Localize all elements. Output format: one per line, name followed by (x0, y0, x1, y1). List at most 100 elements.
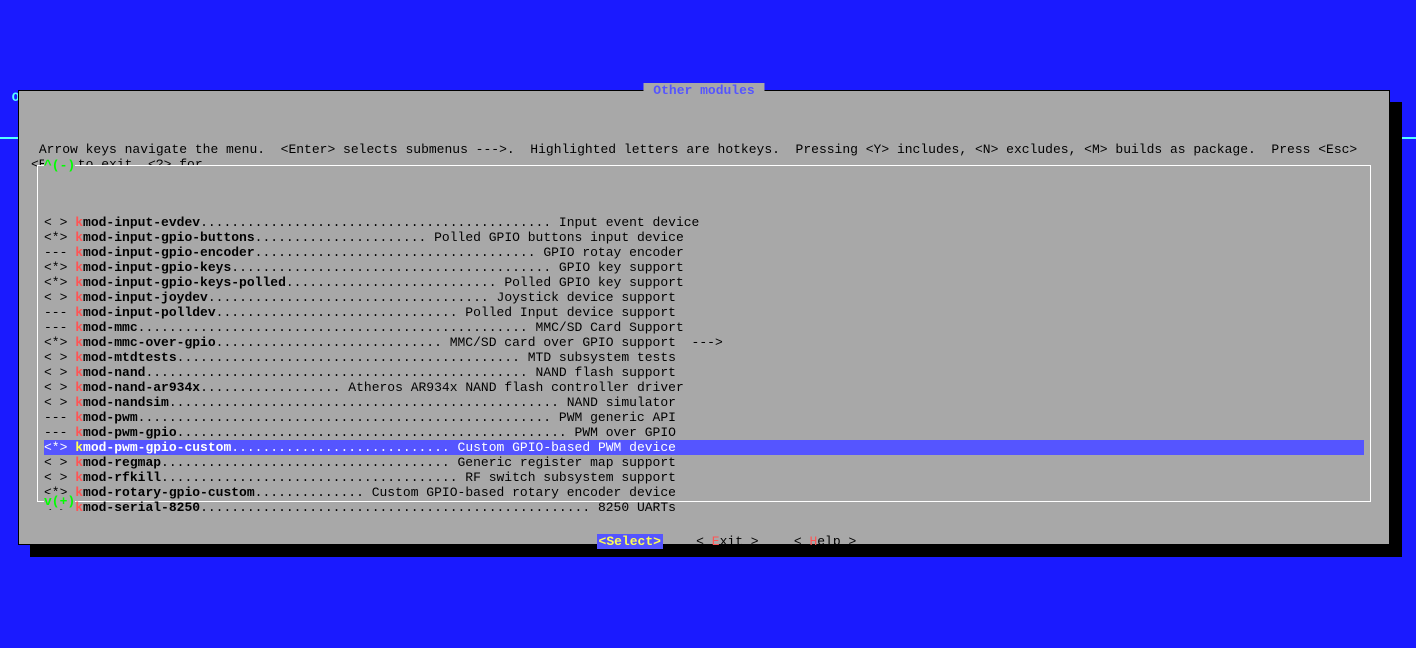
item-dots: ........................................… (145, 365, 535, 380)
item-state: --- (44, 305, 75, 320)
item-desc: Polled Input device support (465, 305, 676, 320)
item-name: mod-input-gpio-encoder (83, 245, 255, 260)
item-state: <*> (44, 230, 75, 245)
item-state: < > (44, 350, 75, 365)
submenu-title: Other modules (643, 83, 764, 98)
item-hotkey: k (75, 470, 83, 485)
item-name: mod-nandsim (83, 395, 169, 410)
menu-item[interactable]: --- kmod-mmc............................… (44, 320, 1364, 335)
item-dots: .................. (200, 380, 348, 395)
item-dots: ........................... (286, 275, 504, 290)
item-dots: .............. (255, 485, 372, 500)
items-pane: ^(-) < > kmod-input-evdev...............… (37, 165, 1371, 502)
menu-item[interactable]: <*> kmod-input-gpio-keys................… (44, 260, 1364, 275)
item-desc: MTD subsystem tests (528, 350, 676, 365)
item-name: mod-pwm-gpio-custom (83, 440, 231, 455)
item-hotkey: k (75, 440, 83, 455)
exit-button[interactable]: < Exit > (694, 534, 760, 549)
item-desc: MMC/SD card over GPIO support (450, 335, 676, 350)
item-state: < > (44, 395, 75, 410)
item-hotkey: k (75, 395, 83, 410)
scroll-up-indicator: ^(-) (44, 158, 75, 173)
item-name: mod-pwm-gpio (83, 425, 177, 440)
item-desc: MMC/SD Card Support (536, 320, 684, 335)
menu-item[interactable]: <*> kmod-rotary-gpio-custom.............… (44, 485, 1364, 500)
item-hotkey: k (75, 215, 83, 230)
item-hotkey: k (75, 485, 83, 500)
item-state: < > (44, 215, 75, 230)
item-desc: GPIO rotay encoder (543, 245, 683, 260)
item-state: --- (44, 320, 75, 335)
item-state: < > (44, 290, 75, 305)
item-dots: ...................................... (161, 470, 465, 485)
menu-item[interactable]: --- kmod-input-gpio-encoder.............… (44, 245, 1364, 260)
item-hotkey: k (75, 260, 83, 275)
item-desc: Polled GPIO buttons input device (434, 230, 684, 245)
menu-item[interactable]: < > kmod-rfkill.........................… (44, 470, 1364, 485)
item-dots: ..................................... (161, 455, 457, 470)
item-hotkey: k (75, 410, 83, 425)
menu-item[interactable]: < > kmod-regmap.........................… (44, 455, 1364, 470)
item-desc: PWM over GPIO (575, 425, 676, 440)
item-dots: ........................................… (138, 320, 536, 335)
menu-item[interactable]: --- kmod-input-polldev..................… (44, 305, 1364, 320)
item-desc: Joystick device support (497, 290, 676, 305)
item-name: mod-rfkill (83, 470, 161, 485)
menu-item[interactable]: < > kmod-input-joydev...................… (44, 290, 1364, 305)
menu-item[interactable]: <*> kmod-pwm-gpio-custom................… (44, 440, 1364, 455)
menu-item[interactable]: <*> kmod-mmc-over-gpio..................… (44, 335, 1364, 350)
item-desc: NAND simulator (567, 395, 676, 410)
menu-item[interactable]: < > kmod-mtdtests.......................… (44, 350, 1364, 365)
item-name: mod-input-polldev (83, 305, 216, 320)
item-dots: ........................................… (138, 410, 559, 425)
scroll-down-indicator: v(+) (44, 494, 75, 509)
select-button[interactable]: <Select> (597, 534, 663, 549)
item-hotkey: k (75, 275, 83, 290)
item-dots: ............................. (216, 335, 450, 350)
item-hotkey: k (75, 365, 83, 380)
item-state: --- (44, 245, 75, 260)
item-state: < > (44, 470, 75, 485)
item-hotkey: k (75, 305, 83, 320)
item-name: mod-input-gpio-keys (83, 260, 231, 275)
menu-item[interactable]: <*> kmod-input-gpio-keys-polled.........… (44, 275, 1364, 290)
menu-item[interactable]: --- kmod-pwm-gpio.......................… (44, 425, 1364, 440)
item-name: mod-pwm (83, 410, 138, 425)
item-state: < > (44, 380, 75, 395)
menu-item[interactable]: < > kmod-nandsim........................… (44, 395, 1364, 410)
item-dots: ........................................… (231, 260, 559, 275)
item-name: mod-nand (83, 365, 145, 380)
menu-item[interactable]: < > kmod-input-evdev....................… (44, 215, 1364, 230)
item-dots: .................................... (255, 245, 544, 260)
item-state: < > (44, 365, 75, 380)
item-name: mod-nand-ar934x (83, 380, 200, 395)
item-name: mod-input-gpio-buttons (83, 230, 255, 245)
help-button[interactable]: < Help > (792, 534, 858, 549)
item-name: mod-mmc-over-gpio (83, 335, 216, 350)
item-desc: NAND flash support (536, 365, 676, 380)
item-name: mod-regmap (83, 455, 161, 470)
item-desc: GPIO key support (559, 260, 684, 275)
dialog: Other modules Arrow keys navigate the me… (18, 90, 1390, 545)
menu-item[interactable]: < > kmod-nand...........................… (44, 365, 1364, 380)
item-state: --- (44, 410, 75, 425)
menu-item[interactable]: --- kmod-pwm............................… (44, 410, 1364, 425)
item-hotkey: k (75, 335, 83, 350)
item-name: mod-mtdtests (83, 350, 177, 365)
menu-item[interactable]: <*> kmod-input-gpio-buttons.............… (44, 230, 1364, 245)
item-hotkey: k (75, 350, 83, 365)
item-desc: Generic register map support (458, 455, 676, 470)
item-state: <*> (44, 275, 75, 290)
item-state: <*> (44, 335, 75, 350)
item-name: mod-input-evdev (83, 215, 200, 230)
menu-item[interactable]: < > kmod-nand-ar934x.................. A… (44, 380, 1364, 395)
item-hotkey: k (75, 290, 83, 305)
item-desc: Custom GPIO-based rotary encoder device (372, 485, 676, 500)
item-hotkey: k (75, 425, 83, 440)
item-hotkey: k (75, 230, 83, 245)
item-hotkey: k (75, 320, 83, 335)
item-state: <*> (44, 440, 75, 455)
item-desc: Custom GPIO-based PWM device (458, 440, 676, 455)
item-dots: ........................................… (177, 425, 575, 440)
submenu-arrow: ---> (676, 335, 723, 350)
